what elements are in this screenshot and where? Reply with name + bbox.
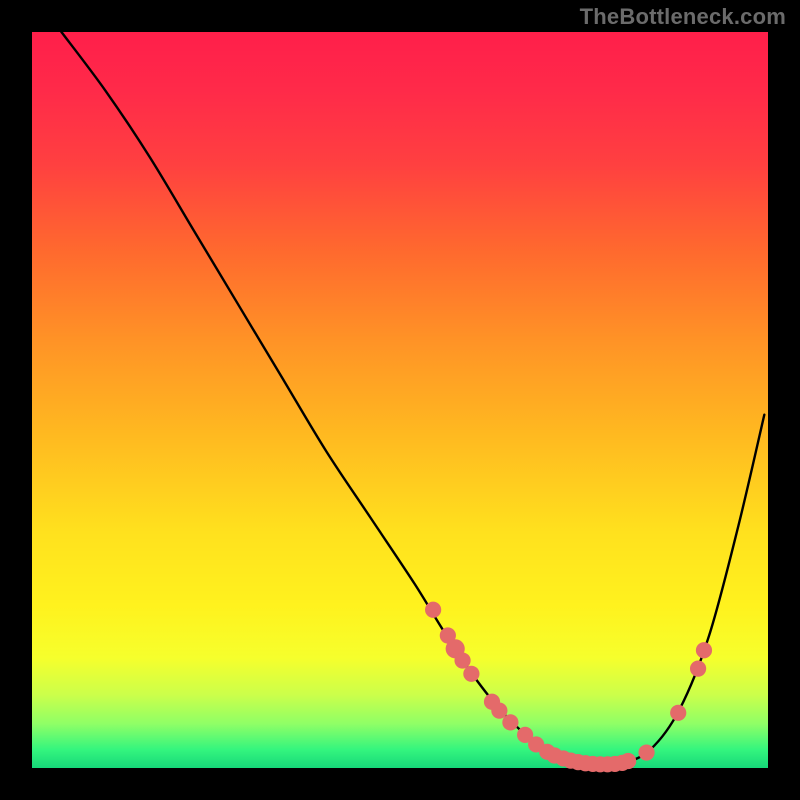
marker-point [502,714,518,730]
bottleneck-chart [0,0,800,800]
watermark-text: TheBottleneck.com [580,4,786,30]
chart-stage: TheBottleneck.com [0,0,800,800]
marker-point [670,705,686,721]
plot-background [32,32,768,768]
marker-point [620,753,636,769]
marker-point [491,702,507,718]
marker-point [696,642,712,658]
marker-point [638,744,654,760]
marker-point [690,661,706,677]
marker-point [463,666,479,682]
marker-point [425,602,441,618]
marker-point [454,652,470,668]
